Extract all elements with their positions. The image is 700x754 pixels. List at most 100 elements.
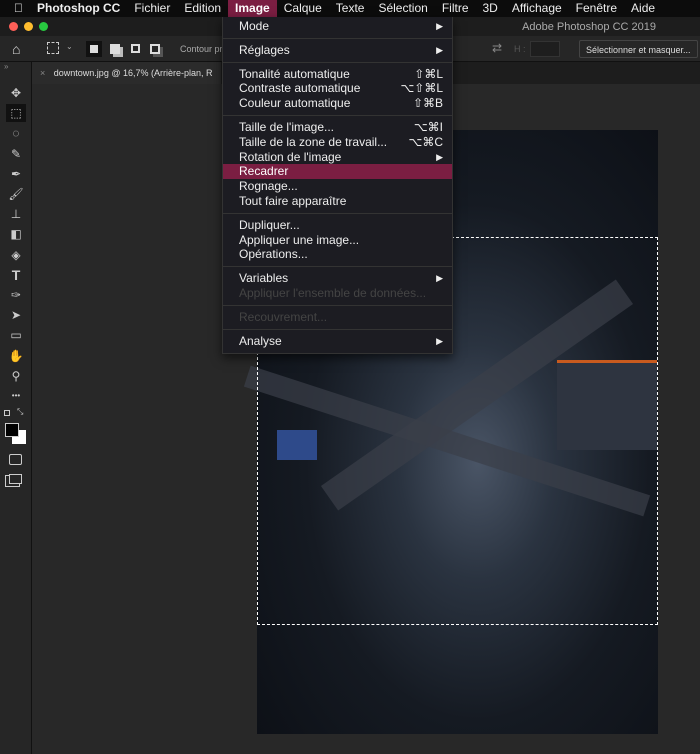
submenu-arrow-icon: ▶	[436, 21, 443, 31]
submenu-arrow-icon: ▶	[436, 335, 443, 346]
menu-item[interactable]: Tonalité automatique ⇧⌘L	[223, 67, 452, 82]
menu-filtre[interactable]: Filtre	[435, 0, 476, 17]
eraser-tool-icon[interactable]: ◧	[6, 225, 26, 243]
default-colors-icon[interactable]	[4, 410, 10, 416]
lasso-tool-icon[interactable]: ◌	[6, 124, 26, 142]
menu-sélection[interactable]: Sélection	[371, 0, 434, 17]
move-tool-icon[interactable]: ✥	[6, 84, 26, 102]
menu-fichier[interactable]: Fichier	[127, 0, 177, 17]
marquee-tool-icon[interactable]: ⬚	[6, 104, 26, 123]
menu-separator	[223, 114, 452, 116]
subtract-selection-icon[interactable]	[131, 44, 140, 53]
menu-item[interactable]: Appliquer une image...	[223, 233, 452, 248]
menu-item-label: Appliquer l'ensemble de données...	[239, 285, 427, 300]
chevron-down-icon[interactable]: ⌄	[66, 42, 73, 51]
menu-item-label: Opérations...	[239, 247, 308, 262]
menu-bar:  Photoshop CC FichierEditionImageCalque…	[0, 0, 700, 17]
menu-aide[interactable]: Aide	[624, 0, 662, 17]
menu-item[interactable]: Tout faire apparaître	[223, 194, 452, 209]
image-menu-dropdown: Mode ▶ Réglages ▶ Tonalité automatique ⇧⌘L Con…	[222, 17, 453, 354]
select-and-mask-button[interactable]: Sélectionner et masquer...	[579, 40, 698, 58]
swap-icon[interactable]: ⇄	[492, 41, 502, 55]
path-select-tool-icon[interactable]: ➤	[6, 306, 26, 324]
menu-item[interactable]: Rotation de l'image ▶	[223, 150, 452, 165]
menu-item-label: Taille de la zone de travail...	[239, 134, 388, 149]
eyedropper-tool-icon[interactable]: ✒	[6, 165, 26, 183]
menu-item[interactable]: Réglages ▶	[223, 43, 452, 58]
panel-collapse-icon[interactable]: »	[4, 62, 8, 71]
menu-fenêtre[interactable]: Fenêtre	[569, 0, 624, 17]
menu-calque[interactable]: Calque	[277, 0, 329, 17]
menu-affichage[interactable]: Affichage	[505, 0, 569, 17]
menu-app[interactable]: Photoshop CC	[30, 0, 127, 17]
window-title: Adobe Photoshop CC 2019	[522, 21, 656, 33]
add-selection-icon[interactable]	[110, 44, 120, 54]
screen-mode-icon[interactable]	[9, 474, 22, 484]
paint-bucket-tool-icon[interactable]: ◈	[6, 246, 26, 264]
menu-item-label: Recadrer	[239, 164, 289, 179]
marquee-preset-icon[interactable]	[47, 42, 59, 54]
menu-item[interactable]: Taille de l'image... ⌥⌘I	[223, 120, 452, 135]
brush-tool-icon[interactable]: 🖌	[6, 185, 26, 203]
feather-label: Contour pro	[180, 44, 228, 54]
submenu-arrow-icon: ▶	[436, 151, 443, 162]
pen-tool-icon[interactable]: ✑	[6, 286, 26, 304]
hand-tool-icon[interactable]: ✋	[6, 347, 26, 365]
menu-item-label: Tonalité automatique	[239, 66, 350, 81]
menu-item-label: Tout faire apparaître	[239, 193, 347, 208]
height-label: H :	[514, 44, 526, 54]
type-tool-icon[interactable]: T	[6, 266, 26, 284]
menu-separator	[223, 37, 452, 39]
close-window-button[interactable]	[9, 22, 18, 31]
menu-item-shortcut: ⌥⌘C	[408, 134, 444, 149]
document-tab[interactable]: × downtown.jpg @ 16,7% (Arrière-plan, R	[32, 62, 221, 84]
menu-item-label: Couleur automatique	[239, 96, 351, 111]
document-tab-title: downtown.jpg @ 16,7% (Arrière-plan, R	[53, 68, 213, 78]
menu-item-shortcut: ⌥⌘I	[413, 119, 443, 134]
apple-menu[interactable]: 	[0, 0, 30, 17]
tools-panel: » ✥ ⬚ ◌ ✎ ✒ 🖌 ⊥ ◧ ◈ T ✑ ➤ ▭ ✋ ⚲ ••• ⤡	[0, 62, 32, 754]
menu-item-label: Analyse	[239, 333, 282, 348]
menu-item[interactable]: Analyse ▶	[223, 334, 452, 349]
menu-item[interactable]: Mode ▶	[223, 19, 452, 34]
intersect-selection-icon[interactable]	[150, 44, 160, 54]
menu-item: Appliquer l'ensemble de données...	[223, 286, 452, 301]
menu-texte[interactable]: Texte	[329, 0, 372, 17]
menu-item-label: Appliquer une image...	[239, 232, 360, 247]
quick-mask-icon[interactable]	[9, 454, 22, 465]
menu-item[interactable]: Rognage...	[223, 179, 452, 194]
menu-item[interactable]: Couleur automatique ⇧⌘B	[223, 96, 452, 111]
zoom-tool-icon[interactable]: ⚲	[6, 367, 26, 385]
menu-item-label: Taille de l'image...	[239, 119, 335, 134]
quick-select-tool-icon[interactable]: ✎	[6, 145, 26, 163]
menu-item-shortcut: ⇧⌘B	[412, 96, 443, 111]
menu-separator	[223, 328, 452, 330]
zoom-window-button[interactable]	[39, 22, 48, 31]
menu-3d[interactable]: 3D	[476, 0, 505, 17]
stamp-tool-icon[interactable]: ⊥	[6, 205, 26, 223]
home-icon[interactable]: ⌂	[12, 41, 20, 57]
menu-separator	[223, 61, 452, 63]
foreground-color-swatch[interactable]	[5, 423, 19, 437]
menu-item[interactable]: Variables ▶	[223, 271, 452, 286]
menu-item[interactable]: Opérations...	[223, 247, 452, 262]
menu-item-shortcut: ⌥⇧⌘L	[400, 81, 443, 96]
new-selection-icon[interactable]	[86, 41, 102, 57]
rectangle-tool-icon[interactable]: ▭	[6, 326, 26, 344]
swap-colors-icon[interactable]: ⤡	[17, 407, 23, 417]
menu-separator	[223, 212, 452, 214]
more-tool-icon[interactable]: •••	[6, 387, 26, 405]
height-input[interactable]	[530, 41, 560, 57]
submenu-arrow-icon: ▶	[436, 44, 443, 55]
menu-item-label: Recouvrement...	[239, 309, 328, 324]
menu-item[interactable]: Recadrer	[223, 164, 452, 180]
menu-item[interactable]: Taille de la zone de travail... ⌥⌘C	[223, 135, 452, 150]
menu-image[interactable]: Image	[228, 0, 277, 17]
menu-separator	[223, 266, 452, 268]
menu-edition[interactable]: Edition	[177, 0, 228, 17]
close-tab-icon[interactable]: ×	[40, 68, 45, 78]
menu-item[interactable]: Dupliquer...	[223, 218, 452, 233]
menu-item[interactable]: Contraste automatique ⌥⇧⌘L	[223, 81, 452, 96]
menu-item-label: Rotation de l'image	[239, 149, 342, 164]
minimize-window-button[interactable]	[24, 22, 33, 31]
